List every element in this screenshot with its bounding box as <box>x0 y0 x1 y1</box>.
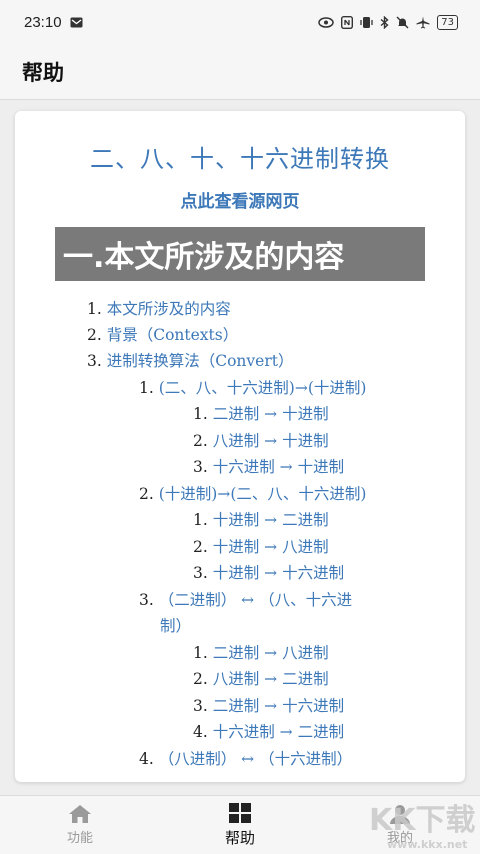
toc-item[interactable]: 2. (十进制)→(二、八、十六进制) <box>139 482 366 504</box>
toc-item[interactable]: 1. 二进制 → 八进制 <box>193 641 329 663</box>
grid-icon <box>229 803 251 823</box>
toc-item[interactable]: 3. 二进制 → 十六进制 <box>193 694 344 716</box>
bluetooth-icon <box>380 15 389 29</box>
eye-icon <box>318 16 335 28</box>
home-icon <box>69 805 91 823</box>
nav-item-help[interactable]: 帮助 <box>160 796 320 854</box>
toc-item[interactable]: 3. 进制转换算法（Convert） <box>87 349 293 371</box>
nav-item-mine[interactable]: 我的 <box>320 796 480 854</box>
mail-icon <box>70 17 83 27</box>
page-title: 帮助 <box>22 60 64 85</box>
airplane-icon <box>416 16 430 28</box>
battery-indicator: 73 <box>437 14 458 30</box>
help-webview-card[interactable]: 二、八、十、十六进制转换 点此查看源网页 一.本文所涉及的内容 1. 本文所涉及… <box>15 111 465 782</box>
document-title: 二、八、十、十六进制转换 <box>90 145 390 173</box>
person-icon <box>390 805 410 824</box>
toc-item[interactable]: 1. 本文所涉及的内容 <box>87 297 231 319</box>
toc-item[interactable]: 3. （二进制） ↔ （八、十六进 <box>139 588 352 610</box>
nav-label-features: 功能 <box>66 831 93 846</box>
bottom-navigation: 功能 帮助 我的 <box>0 795 480 854</box>
vibrate-icon <box>360 16 373 28</box>
toc-item[interactable]: 4. （八进制） ↔ （十六进制） <box>139 747 352 769</box>
toc-item[interactable]: 3. 十六进制 → 十进制 <box>193 455 344 477</box>
status-bar: 23:10 73 <box>0 0 480 44</box>
status-time: 23:10 <box>24 13 62 31</box>
toc-item[interactable]: 2. 背景（Contexts） <box>87 323 238 345</box>
toc-item[interactable]: 1. (二、八、十六进制)→(十进制) <box>139 376 366 398</box>
toc-item[interactable]: 2. 十进制 → 八进制 <box>193 535 329 557</box>
toc-item[interactable]: 2. 八进制 → 二进制 <box>193 667 329 689</box>
toc-item[interactable]: 1. 二进制 → 十进制 <box>193 402 329 424</box>
view-source-link[interactable]: 点此查看源网页 <box>15 187 465 212</box>
toc-item[interactable]: 3. 十进制 → 十六进制 <box>193 561 344 583</box>
nav-item-features[interactable]: 功能 <box>0 796 160 854</box>
toc-item-continuation[interactable]: 制） <box>160 614 191 636</box>
toc-item[interactable]: 1. 十进制 → 二进制 <box>193 508 329 530</box>
toc-item[interactable]: 4. 十六进制 → 二进制 <box>193 720 344 742</box>
app-bar: 帮助 <box>0 44 480 100</box>
nav-label-mine: 我的 <box>386 831 413 846</box>
nfc-icon <box>341 15 354 29</box>
mute-icon <box>396 16 409 28</box>
section-heading: 一.本文所涉及的内容 <box>55 227 425 281</box>
nav-label-help: 帮助 <box>224 829 255 847</box>
toc-item[interactable]: 2. 八进制 → 十进制 <box>193 429 329 451</box>
